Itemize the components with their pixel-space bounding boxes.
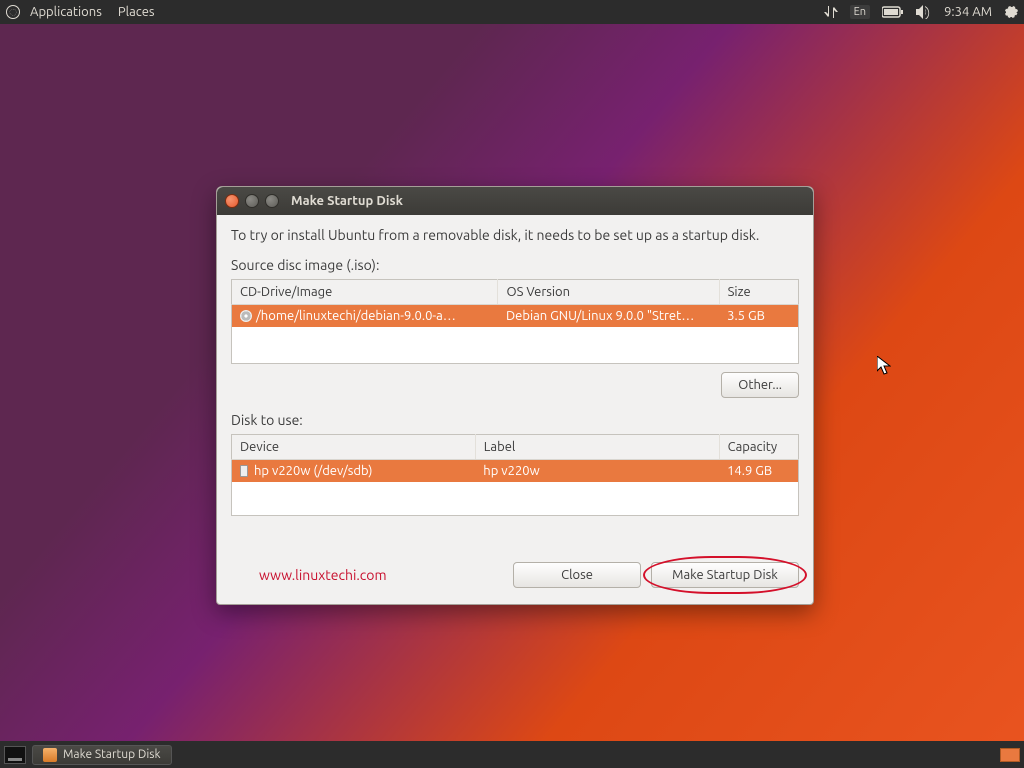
gear-icon[interactable] (1004, 5, 1018, 19)
network-icon[interactable] (824, 5, 838, 19)
close-button[interactable]: Close (513, 562, 641, 588)
volume-icon[interactable] (916, 5, 932, 19)
usb-icon (240, 465, 248, 477)
mouse-cursor-icon (877, 356, 891, 376)
source-label: Source disc image (.iso): (231, 257, 799, 273)
top-menubar: ◌ Applications Places En 9:34 AM (0, 0, 1024, 24)
workspace-switcher[interactable] (1000, 748, 1020, 762)
source-size: 3.5 GB (719, 305, 798, 328)
make-startup-disk-button[interactable]: Make Startup Disk (651, 562, 799, 588)
app-icon (43, 748, 57, 762)
menu-applications[interactable]: Applications (24, 5, 108, 19)
disk-row-selected[interactable]: hp v220w (/dev/sdb) hp v220w 14.9 GB (232, 459, 799, 482)
col-size[interactable]: Size (719, 280, 798, 305)
show-desktop-button[interactable] (4, 746, 26, 764)
instruction-text: To try or install Ubuntu from a removabl… (231, 227, 799, 243)
source-table[interactable]: CD-Drive/Image OS Version Size /home/lin… (231, 279, 799, 364)
taskbar-item-make-startup-disk[interactable]: Make Startup Disk (32, 745, 172, 765)
disk-device: hp v220w (/dev/sdb) (254, 464, 372, 478)
bottom-taskbar: Make Startup Disk (0, 741, 1024, 768)
ubuntu-logo-icon: ◌ (6, 5, 20, 19)
disk-label: Disk to use: (231, 412, 799, 428)
col-image[interactable]: CD-Drive/Image (232, 280, 498, 305)
source-row-selected[interactable]: /home/linuxtechi/debian-9.0.0-a… Debian … (232, 305, 799, 328)
keyboard-layout-indicator[interactable]: En (850, 5, 870, 19)
disk-capacity: 14.9 GB (719, 459, 798, 482)
cd-icon (240, 310, 252, 322)
titlebar[interactable]: Make Startup Disk (217, 187, 813, 215)
col-label[interactable]: Label (475, 434, 719, 459)
source-os: Debian GNU/Linux 9.0.0 "Stret… (498, 305, 719, 328)
col-device[interactable]: Device (232, 434, 476, 459)
minimize-icon[interactable] (245, 194, 259, 208)
maximize-icon[interactable] (265, 194, 279, 208)
menu-places[interactable]: Places (112, 5, 161, 19)
battery-icon[interactable] (882, 6, 904, 18)
col-os[interactable]: OS Version (498, 280, 719, 305)
make-startup-disk-window: Make Startup Disk To try or install Ubun… (216, 186, 814, 605)
taskbar-item-label: Make Startup Disk (63, 748, 161, 761)
close-icon[interactable] (225, 194, 239, 208)
other-button[interactable]: Other... (721, 372, 799, 398)
disk-table[interactable]: Device Label Capacity hp v220w (/dev/sdb… (231, 434, 799, 517)
col-capacity[interactable]: Capacity (719, 434, 798, 459)
source-image-path: /home/linuxtechi/debian-9.0.0-a… (256, 309, 456, 323)
disk-label-cell: hp v220w (475, 459, 719, 482)
clock[interactable]: 9:34 AM (944, 5, 992, 19)
watermark-text: www.linuxtechi.com (259, 567, 387, 583)
window-title: Make Startup Disk (291, 194, 403, 208)
